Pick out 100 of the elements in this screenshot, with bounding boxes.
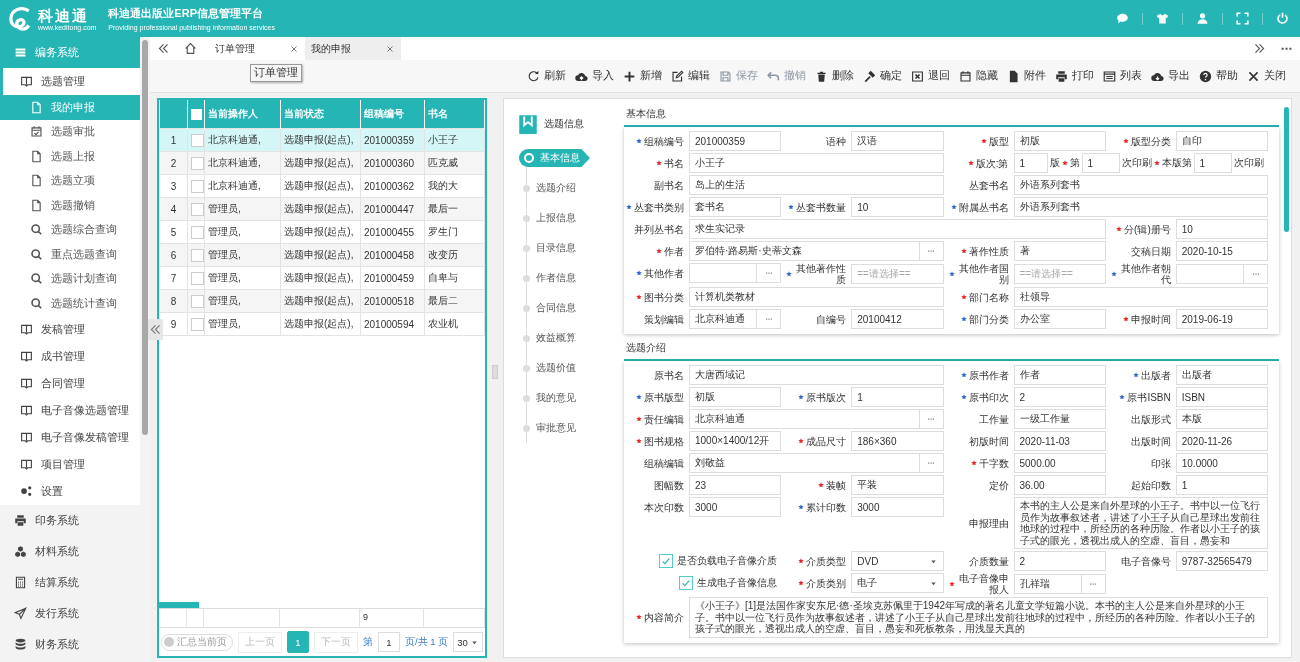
text-field[interactable]: 5000.00 [1013, 453, 1106, 473]
text-field[interactable]: 求生实记录 [689, 219, 1106, 239]
text-field[interactable]: 孔祥瑞 [1013, 574, 1082, 594]
browse-button[interactable] [757, 309, 782, 329]
text-field[interactable]: 9787-32565479 [1175, 551, 1268, 571]
text-field[interactable]: 著 [1013, 241, 1106, 261]
dropdown[interactable]: DVD [851, 551, 944, 571]
step-item[interactable]: 我的意见 [523, 383, 620, 413]
toolbar-button[interactable]: 刷新 [527, 69, 566, 83]
text-field[interactable]: 1 [1193, 153, 1232, 173]
toolbar-button[interactable]: 列表 [1103, 69, 1142, 83]
text-field[interactable]: 36.00 [1013, 475, 1106, 495]
system-menu-item[interactable]: 印务系统 [0, 504, 140, 536]
scrollbar[interactable] [159, 602, 199, 608]
text-field[interactable]: 大唐西域记 [689, 365, 944, 385]
text-field[interactable]: 岛上的生活 [689, 175, 944, 195]
text-field[interactable]: 社领导 [1013, 287, 1268, 307]
text-field[interactable]: 外语系列套书 [1013, 197, 1268, 217]
page-size-select[interactable]: 30 [453, 632, 483, 652]
table-row[interactable]: 5 管理员, 选题申报(起点), 201000455 罗生门 [159, 220, 485, 244]
menu-item[interactable]: 选题上报 [0, 144, 140, 169]
toolbar-button[interactable]: 附件 [1007, 69, 1046, 83]
text-field[interactable]: 10 [1175, 219, 1268, 239]
text-field[interactable]: 办公室 [1013, 309, 1106, 329]
browse-button[interactable] [919, 409, 944, 429]
table-row[interactable]: 1 北京科迪通, 选题申报(起点), 201000359 小王子 [159, 128, 485, 152]
text-field[interactable]: 23 [689, 475, 782, 495]
toolbar-button[interactable]: 退回 [911, 69, 950, 83]
text-field[interactable]: ISBN [1175, 387, 1268, 407]
text-field[interactable]: 2020-10-15 [1175, 241, 1268, 261]
menu-item[interactable]: 选题综合查询 [0, 217, 140, 242]
checkbox[interactable] [191, 156, 204, 170]
toolbar-button[interactable]: 打印 [1055, 69, 1094, 83]
table-row[interactable]: 6 管理员, 选题申报(起点), 201000458 改变历 [159, 243, 485, 267]
fullscreen-button[interactable] [1233, 9, 1252, 28]
text-area[interactable]: 《小王子》[1]是法国作家安东尼·德·圣埃克苏佩里于1942年写成的著名儿童文学短篇小说。本书的主人公是来自外星球的小王子。书中以一位飞行员作为故事叙述者，讲述了小王子从自己星球出发前往地球的过程中，所经历的各种历险。作者以小王子的孩子式的眼光，透视出成人的空虚、盲目，愚妄和死板教条，用浅显天真的 [689, 597, 1268, 638]
menu-group-item[interactable]: 设置 [0, 477, 140, 505]
text-field[interactable]: 小王子 [689, 153, 944, 173]
toolbar-button[interactable]: 确定 [863, 69, 902, 83]
checkbox[interactable] [191, 248, 204, 262]
text-field[interactable]: 2020-11-03 [1013, 431, 1106, 451]
text-field[interactable]: 平装 [851, 475, 944, 495]
text-field[interactable]: 作者 [1013, 365, 1106, 385]
table-row[interactable]: 9 管理员, 选题申报(起点), 201000594 农业机 [159, 312, 485, 336]
step-item[interactable]: 选题介绍 [523, 173, 620, 203]
menu-item[interactable]: 重点选题查询 [0, 242, 140, 267]
checkbox[interactable] [191, 271, 204, 285]
page-input[interactable]: 1 [378, 632, 400, 652]
menu-group-item[interactable]: 成书管理 [0, 342, 140, 370]
text-field[interactable] [1175, 264, 1244, 284]
table-row[interactable]: 8 管理员, 选题申报(起点), 201000518 最后二 [159, 289, 485, 313]
text-field[interactable]: 1 [851, 387, 944, 407]
text-field[interactable]: 2 [1013, 551, 1106, 571]
text-field[interactable]: 北京科迪通 [689, 309, 758, 329]
text-field[interactable]: 1 [1013, 153, 1048, 173]
menu-group-item[interactable]: 合同管理 [0, 369, 140, 397]
menu-item[interactable]: 选题立项 [0, 168, 140, 193]
splitter-handle[interactable] [492, 365, 498, 379]
table-row[interactable]: 3 北京科迪通, 选题申报(起点), 201000362 我的大 [159, 174, 485, 198]
browse-button[interactable] [1081, 574, 1106, 594]
browse-button[interactable] [919, 453, 944, 473]
menu-item[interactable]: 选题统计查询 [0, 291, 140, 316]
system-menu-item[interactable]: 材料系统 [0, 535, 140, 567]
page-tab[interactable]: 我的申报 [305, 37, 401, 60]
dropdown[interactable]: 电子 [851, 573, 944, 593]
step-item[interactable]: 审批意见 [523, 413, 620, 443]
toolbar-button[interactable]: 编辑 [671, 69, 710, 83]
checkbox[interactable] [191, 225, 204, 239]
text-field[interactable]: 2019-06-19 [1175, 309, 1268, 329]
text-field[interactable]: 1000×1400/12开 [689, 431, 782, 451]
system-menu-item[interactable]: 结算系统 [0, 566, 140, 598]
text-field[interactable]: 10.0000 [1175, 453, 1268, 473]
text-field[interactable]: 201000359 [689, 131, 782, 151]
text-area[interactable]: 本书的主人公是来自外星球的小王子。书中以一位飞行员作为故事叙述者，讲述了小王子从自己星球出发前往地球的过程中，所经历的各种历险。作者以小王子的孩子式的眼光，透视出成人的空虚、盲目，愚妄和 [1013, 497, 1268, 549]
text-field[interactable]: 一级工作量 [1013, 409, 1106, 429]
browse-button[interactable] [757, 263, 782, 283]
table-row[interactable]: 2 北京科迪通, 选题申报(起点), 201000360 匹克威 [159, 151, 485, 175]
text-field[interactable]: 套书名 [689, 197, 782, 217]
step-item[interactable]: 目录信息 [523, 233, 620, 263]
menu-group-item[interactable]: 项目管理 [0, 450, 140, 478]
text-field[interactable]: 计算机类教材 [689, 287, 944, 307]
menu-group-item[interactable]: 发稿管理 [0, 315, 140, 343]
text-field[interactable]: 10 [851, 197, 944, 217]
text-field[interactable]: 初版 [689, 387, 782, 407]
toolbar-button[interactable]: 帮助 [1199, 69, 1238, 83]
checkbox[interactable] [191, 202, 204, 216]
browse-button[interactable] [1244, 264, 1268, 284]
checkbox[interactable] [191, 294, 204, 308]
step-item[interactable]: 作者信息 [523, 263, 620, 293]
checkbox[interactable] [191, 179, 204, 193]
text-field[interactable]: 3000 [851, 497, 944, 517]
text-field[interactable]: 本版 [1175, 409, 1268, 429]
toolbar-button[interactable]: 新增 [623, 69, 662, 83]
text-field[interactable]: 2020-11-26 [1175, 431, 1268, 451]
text-field[interactable]: 1 [1175, 475, 1268, 495]
text-field[interactable]: 出版者 [1175, 365, 1268, 385]
checkbox[interactable] [679, 576, 694, 590]
text-field[interactable]: 刘敬益 [689, 453, 920, 473]
checkbox[interactable] [191, 108, 202, 120]
text-field[interactable] [689, 263, 758, 283]
